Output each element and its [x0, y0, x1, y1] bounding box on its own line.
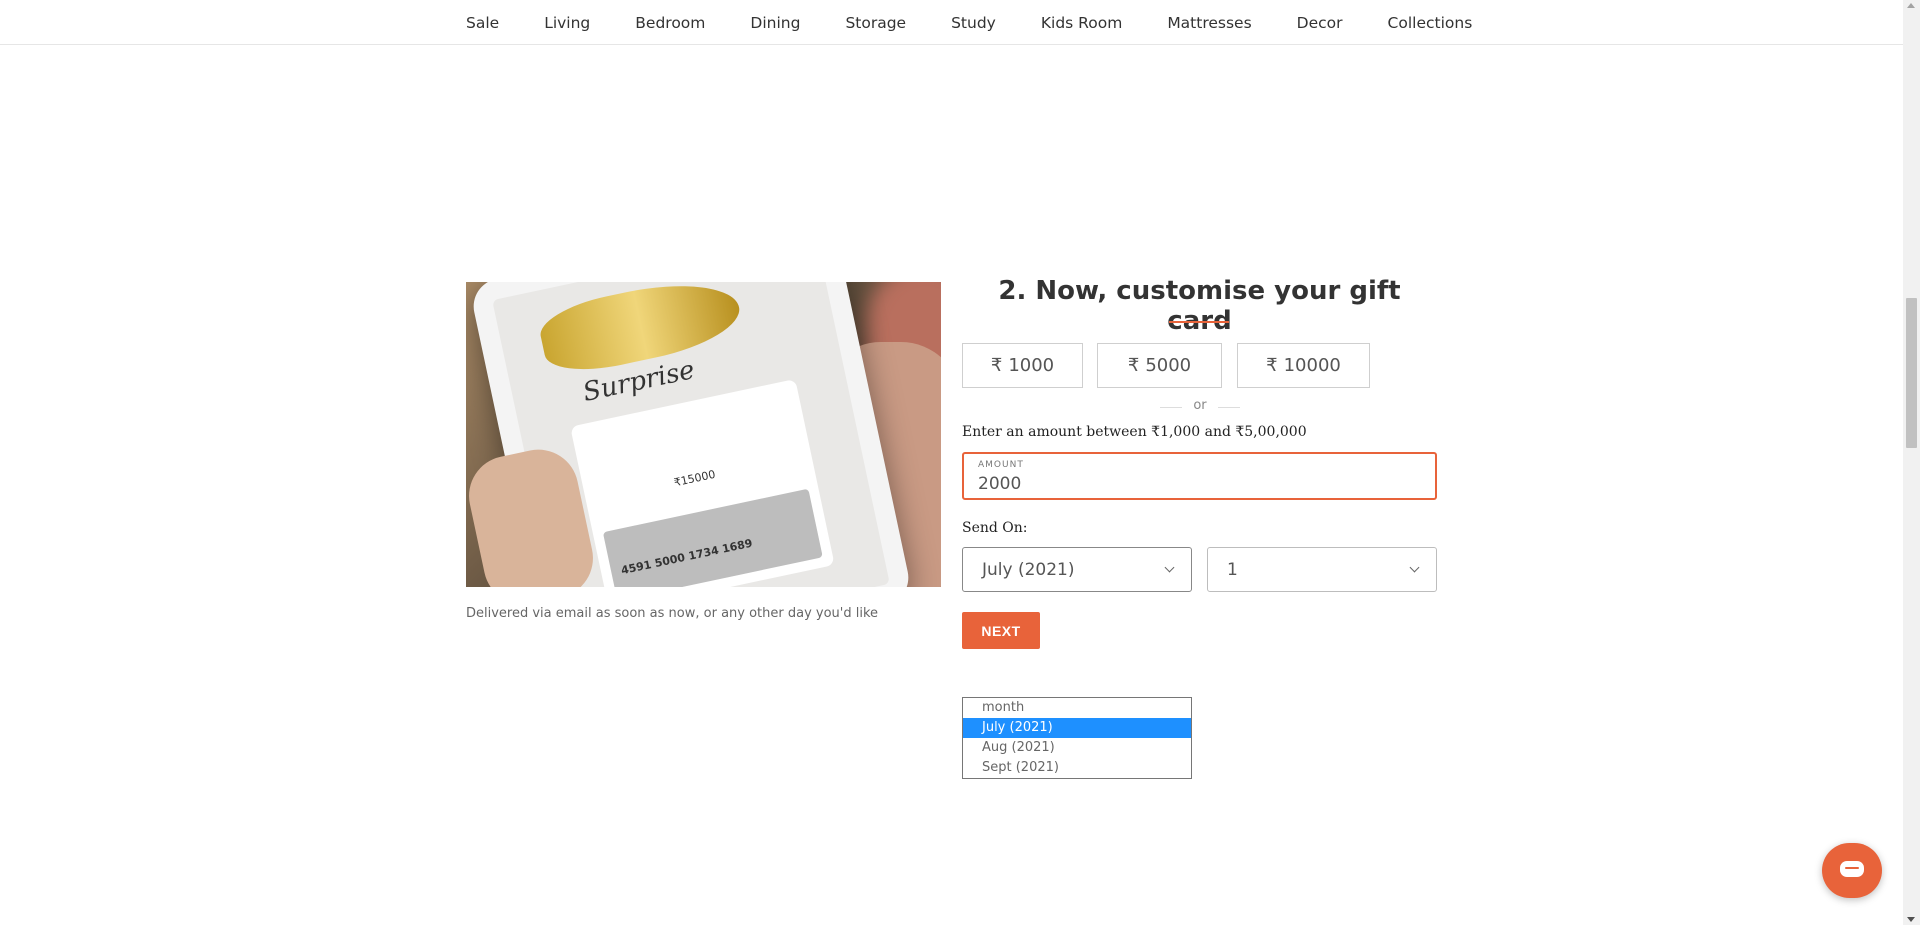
nav-item-study[interactable]: Study — [951, 14, 996, 32]
preset-value: 5000 — [1145, 355, 1192, 376]
preset-value: 1000 — [1008, 355, 1055, 376]
amount-field[interactable]: AMOUNT — [962, 452, 1437, 500]
day-select-value: 1 — [1227, 559, 1238, 580]
scroll-down-arrow-icon[interactable] — [1907, 917, 1915, 922]
scroll-up-arrow-icon[interactable] — [1907, 3, 1915, 8]
amount-preset-5000[interactable]: ₹ 5000 — [1097, 343, 1222, 388]
delivery-caption: Delivered via email as soon as now, or a… — [466, 606, 879, 621]
amount-field-label: AMOUNT — [978, 460, 1024, 470]
month-option[interactable]: Sept (2021) — [963, 758, 1191, 778]
amount-range-label: Enter an amount between ₹1,000 and ₹5,00… — [962, 424, 1307, 440]
nav-item-storage[interactable]: Storage — [845, 14, 906, 32]
amount-preset-10000[interactable]: ₹ 10000 — [1237, 343, 1370, 388]
top-navigation: Sale Living Bedroom Dining Storage Study… — [0, 0, 1903, 45]
nav-item-living[interactable]: Living — [544, 14, 590, 32]
day-select[interactable]: 1 — [1207, 547, 1437, 592]
amount-preset-1000[interactable]: ₹ 1000 — [962, 343, 1083, 388]
month-select-value: July (2021) — [982, 559, 1075, 580]
month-option-selected[interactable]: July (2021) — [963, 718, 1191, 738]
nav-item-dining[interactable]: Dining — [750, 14, 800, 32]
nav-item-mattresses[interactable]: Mattresses — [1167, 14, 1251, 32]
month-option[interactable]: Aug (2021) — [963, 738, 1191, 758]
chat-icon — [1840, 861, 1864, 877]
amount-input[interactable] — [978, 474, 1418, 494]
month-dropdown-list: month July (2021) Aug (2021) Sept (2021) — [962, 697, 1192, 779]
gift-card-image: Surprise ₹15000 4591 5000 1734 1689 — [466, 282, 941, 587]
nav-menu: Sale Living Bedroom Dining Storage Study… — [466, 0, 1472, 45]
month-option[interactable]: month — [963, 698, 1191, 718]
next-button[interactable]: NEXT — [962, 612, 1040, 649]
chevron-down-icon — [1164, 562, 1175, 573]
month-select[interactable]: July (2021) — [962, 547, 1192, 592]
title-underline — [1169, 321, 1229, 323]
rupee-symbol: ₹ — [1127, 355, 1140, 376]
rupee-symbol: ₹ — [1266, 355, 1278, 376]
rupee-symbol: ₹ — [990, 355, 1003, 376]
nav-item-bedroom[interactable]: Bedroom — [635, 14, 705, 32]
scroll-thumb[interactable] — [1906, 298, 1917, 448]
nav-item-sale[interactable]: Sale — [466, 14, 499, 32]
page-scrollbar[interactable] — [1903, 0, 1920, 925]
preset-value: 10000 — [1283, 355, 1341, 376]
section-title: 2. Now, customise your gift card — [998, 276, 1401, 336]
nav-item-decor[interactable]: Decor — [1297, 14, 1343, 32]
chevron-down-icon — [1409, 562, 1420, 573]
nav-item-kids-room[interactable]: Kids Room — [1041, 14, 1122, 32]
send-on-label: Send On: — [962, 520, 1028, 536]
or-divider: or — [1160, 398, 1240, 416]
nav-item-collections[interactable]: Collections — [1388, 14, 1473, 32]
chat-button[interactable] — [1822, 843, 1882, 898]
